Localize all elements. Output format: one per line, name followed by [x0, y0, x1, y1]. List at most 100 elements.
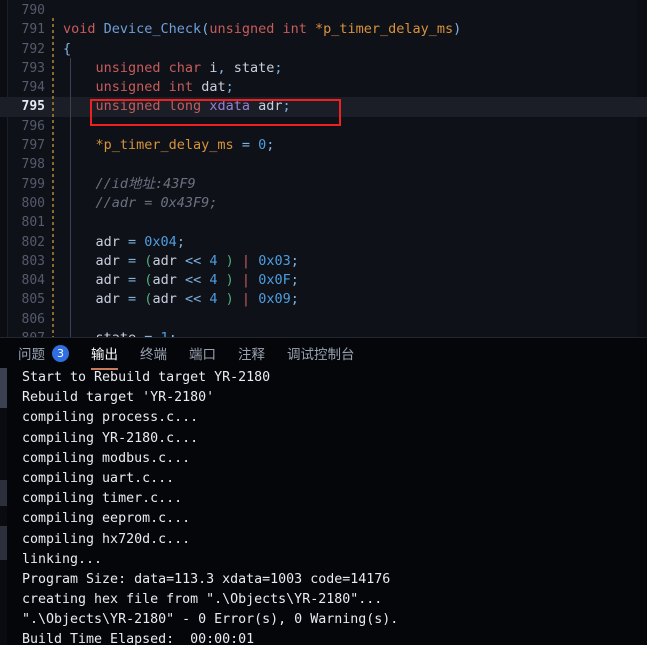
line-number: 793: [21, 60, 45, 76]
panel-tab-label: 问题: [18, 347, 45, 363]
code-token: =: [119, 272, 145, 289]
code-line[interactable]: 796: [0, 117, 647, 136]
code-line[interactable]: 799 //id地址:43F9: [0, 175, 647, 194]
output-line: Build Time Elapsed: 00:00:01: [22, 632, 255, 645]
panel-tab-5[interactable]: 调试控制台: [287, 338, 355, 368]
code-token: <<: [176, 252, 210, 269]
code-token: ;: [290, 272, 299, 289]
code-line[interactable]: 803 adr = (adr << 4 ) | 0x03;: [0, 252, 647, 271]
line-number: 806: [21, 311, 45, 327]
output-line: compiling uart.c...: [22, 470, 175, 486]
output-line: compiling modbus.c...: [22, 450, 191, 466]
panel-tab-1[interactable]: 输出: [91, 338, 118, 370]
code-token: adr: [95, 252, 120, 269]
code-token: adr: [152, 252, 177, 269]
code-line[interactable]: 806: [0, 310, 647, 329]
code-token: //id地址:43F9: [63, 175, 196, 192]
code-token: ;: [290, 252, 299, 269]
code-token: <<: [176, 272, 210, 289]
code-token: adr: [152, 272, 177, 289]
code-line[interactable]: 798: [0, 155, 647, 174]
code-token: dat: [201, 79, 226, 96]
line-number: 799: [21, 176, 45, 192]
code-text: adr = 0x04;: [63, 233, 185, 252]
panel-tab-3[interactable]: 端口: [189, 338, 216, 368]
code-token: ;: [282, 98, 291, 115]
code-line[interactable]: 794 unsigned int dat;: [0, 78, 647, 97]
code-token: void: [63, 21, 104, 38]
code-line[interactable]: 790: [0, 1, 647, 20]
code-token: ): [453, 21, 462, 38]
indent-guide: [70, 58, 71, 337]
problems-count-badge: 3: [52, 344, 69, 362]
code-token: |: [241, 291, 251, 308]
code-token: adr: [95, 272, 120, 289]
code-token: 0x09: [258, 291, 291, 308]
code-token: 1: [161, 330, 169, 337]
code-line[interactable]: 791 void Device_Check(unsigned int *p_tim…: [0, 20, 647, 39]
panel-tab-2[interactable]: 终端: [140, 338, 167, 368]
panel-tab-label: 终端: [140, 347, 167, 363]
code-line[interactable]: 797 *p_timer_delay_ms = 0;: [0, 136, 647, 155]
code-token: unsigned long: [95, 98, 210, 115]
panel-tab-0[interactable]: 问题 3: [18, 338, 69, 368]
line-number: 807: [0, 329, 45, 337]
line-number: 801: [21, 215, 45, 231]
code-token: 0x03: [258, 252, 291, 269]
line-number: 796: [21, 118, 45, 134]
code-line[interactable]: 793 unsigned char i, state;: [0, 59, 647, 78]
code-token: adr: [258, 98, 283, 115]
output-line: Program Size: data=113.3 xdata=1003 code…: [22, 571, 391, 587]
line-number: 804: [21, 273, 45, 289]
code-editor[interactable]: 789790791void Device_Check(unsigned int …: [0, 0, 647, 337]
output-line: ".\Objects\YR-2180" - 0 Error(s), 0 Warn…: [22, 612, 399, 628]
code-text: adr = (adr << 4 ) | 0x0F;: [63, 271, 299, 290]
code-token: |: [241, 252, 251, 269]
panel-tab-bar[interactable]: 问题 3 输出 终端 端口 注释 调试控制台: [0, 338, 647, 370]
code-line-active[interactable]: 795 unsigned long xdata adr;: [0, 97, 647, 117]
code-token: =: [119, 252, 145, 269]
fold-indicator-icon: [52, 18, 54, 337]
code-token: adr: [95, 291, 120, 308]
code-line[interactable]: 801: [0, 213, 647, 232]
panel-tab-4[interactable]: 注释: [238, 338, 265, 368]
code-token: ): [225, 272, 234, 289]
line-number: 803: [21, 253, 45, 269]
line-number: 794: [21, 80, 45, 96]
code-token: 0: [258, 137, 267, 154]
bottom-panel[interactable]: 问题 3 输出 终端 端口 注释 调试控制台 Start to Rebuild target…: [0, 337, 647, 645]
code-token: =: [136, 330, 160, 337]
editor-window: 789790791void Device_Check(unsigned int …: [0, 0, 647, 645]
output-line: compiling eeprom.c...: [22, 511, 191, 527]
code-line[interactable]: 792 {: [0, 40, 647, 59]
code-token: *p_timer_delay_ms: [95, 137, 234, 154]
output-log[interactable]: Start to Rebuild target YR-2180 Rebuild t…: [0, 368, 647, 645]
output-line: creating hex file from ".\Objects\YR-218…: [22, 592, 383, 608]
line-number: 802: [21, 234, 45, 250]
code-text: adr = (adr << 4 ) | 0x03;: [63, 252, 299, 271]
code-line[interactable]: 800 //adr = 0x43F9;: [0, 194, 647, 213]
code-token: adr: [95, 233, 120, 250]
code-lines[interactable]: 789790791void Device_Check(unsigned int …: [0, 0, 647, 337]
code-token: Device_Check: [103, 21, 202, 38]
code-token: xdata: [209, 98, 250, 115]
code-line[interactable]: 807 state = 1;: [0, 329, 647, 337]
code-line[interactable]: 805 adr = (adr << 4 ) | 0x09;: [0, 290, 647, 309]
line-number: 797: [21, 138, 45, 154]
code-line[interactable]: 802 adr = 0x04;: [0, 233, 647, 252]
code-line[interactable]: 804 adr = (adr << 4 ) | 0x0F;: [0, 271, 647, 290]
code-token: unsigned int: [95, 79, 202, 96]
code-token: ;: [274, 59, 283, 76]
code-token: =: [233, 137, 259, 154]
